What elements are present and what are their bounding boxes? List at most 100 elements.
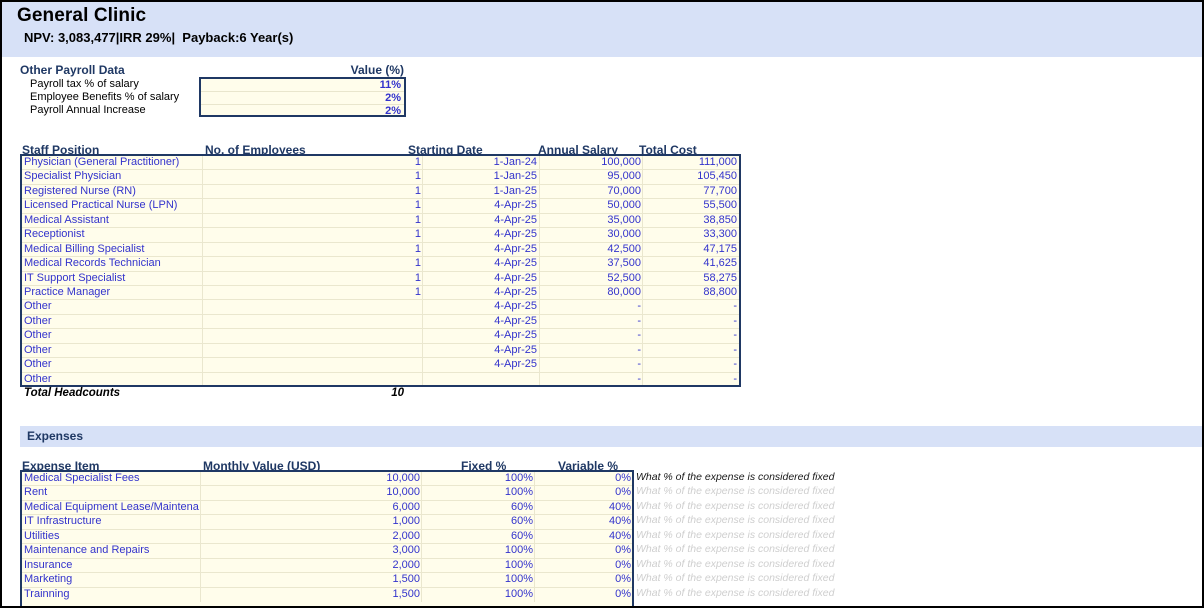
payroll-input-row-annual-increase[interactable]: 2% (201, 105, 404, 118)
table-row[interactable]: IT Support Specialist 1 4-Apr-25 52,500 58,2… (22, 271, 739, 286)
staff-cell-annual-salary: - (637, 343, 641, 356)
staff-cell-position: Physician (General Practitioner) (24, 156, 180, 168)
total-headcounts-label: Total Headcounts (24, 387, 121, 399)
table-row[interactable]: Other 4-Apr-25 - - (22, 300, 739, 315)
staff-cell-annual-salary: 42,500 (607, 242, 641, 255)
staff-cell-total-cost: - (733, 329, 737, 342)
expense-cell-monthly-value: 10,000 (386, 486, 420, 499)
staff-cell-position: Other (24, 329, 52, 342)
expense-cell-variable-pct: 0% (615, 544, 631, 557)
staff-cell-employees: 1 (414, 156, 421, 168)
expense-cell-variable-pct: 0% (615, 472, 631, 484)
table-row[interactable]: Medical Specialist Fees 10,000 100% 0% (22, 472, 632, 487)
staff-cell-position: Medical Assistant (24, 213, 109, 226)
table-row[interactable]: Trainning 1,500 100% 0% (22, 587, 632, 602)
title-banner: General Clinic NPV: 3,083,477|IRR 29%| P… (2, 2, 1202, 57)
staff-cell-total-cost: 88,800 (703, 285, 737, 298)
table-row[interactable]: IT Infrastructure 1,000 60% 40% (22, 515, 632, 530)
payroll-input-row-benefits[interactable]: 2% (201, 92, 404, 105)
staff-cell-total-cost: - (733, 372, 737, 385)
expense-comment-text: What % of the expense is considered fixe… (636, 514, 835, 527)
expense-cell-fixed-pct: 60% (510, 500, 533, 513)
expense-cell-item: Utilities (24, 529, 60, 542)
table-row[interactable]: Medical Equipment Lease/Maintenance 6,000… (22, 500, 632, 516)
payroll-value-tax: 11% (379, 79, 401, 91)
staff-cell-total-cost: 111,000 (698, 156, 737, 168)
payroll-input-range[interactable]: 11% 2% 2% (199, 77, 406, 117)
expense-comment-text: What % of the expense is considered fixe… (636, 557, 835, 570)
staff-cell-start-date: 4-Apr-25 (494, 300, 537, 313)
staff-cell-employees: 1 (414, 257, 421, 270)
expense-cell-monthly-value: 2,000 (392, 529, 420, 542)
staff-cell-employees: 1 (414, 170, 421, 183)
staff-cell-annual-salary: 100,000 (601, 156, 641, 168)
staff-cell-total-cost: 105,450 (697, 170, 737, 183)
table-row[interactable]: Registered Nurse (RN) 1 1-Jan-25 70,000 77,7… (22, 184, 739, 200)
table-row[interactable]: Medical Billing Specialist 1 4-Apr-25 42,50… (22, 242, 739, 258)
expense-comment-text: What % of the expense is considered fixe… (636, 485, 835, 498)
payroll-section-title: Other Payroll Data (20, 63, 125, 77)
table-row[interactable]: Licensed Practical Nurse (LPN) 1 4-Apr-25 5… (22, 199, 739, 214)
staff-cell-employees: 1 (414, 184, 421, 197)
table-row[interactable]: Medical Assistant 1 4-Apr-25 35,000 38,850 (22, 213, 739, 229)
staff-table[interactable]: Physician (General Practitioner) 1 1-Jan-2… (20, 154, 741, 387)
expense-cell-item: Medical Specialist Fees (24, 472, 140, 484)
expense-cell-item: Marketing (24, 573, 73, 586)
staff-cell-start-date: 1-Jan-25 (493, 184, 537, 197)
table-row[interactable]: Other 4-Apr-25 - - (22, 358, 739, 373)
staff-cell-position: Other (24, 358, 52, 371)
expense-comment-text: What % of the expense is considered fixe… (636, 572, 835, 585)
table-row[interactable]: Other 4-Apr-25 - - (22, 329, 739, 344)
expense-cell-variable-pct: 0% (615, 558, 631, 571)
table-row[interactable]: Maintenance and Repairs 3,000 100% 0% (22, 544, 632, 559)
table-row[interactable]: Rent 10,000 100% 0% (22, 486, 632, 501)
spreadsheet-canvas: General Clinic NPV: 3,083,477|IRR 29%| P… (0, 0, 1204, 608)
expense-cell-item: Insurance (24, 558, 73, 571)
payroll-label-tax: Payroll tax % of salary (30, 78, 139, 90)
table-row[interactable]: Medical Records Technician 1 4-Apr-25 37,50… (22, 257, 739, 272)
table-row[interactable]: Other 4-Apr-25 - - (22, 343, 739, 359)
table-row[interactable]: Specialist Physician 1 1-Jan-25 95,000 105,4… (22, 170, 739, 185)
table-row[interactable]: Marketing 1,500 100% 0% (22, 573, 632, 588)
expense-cell-item: IT Infrastructure (24, 515, 102, 528)
staff-cell-annual-salary: 50,000 (607, 199, 641, 212)
expense-comment-text: What % of the expense is considered fixe… (636, 528, 835, 541)
staff-cell-total-cost: 55,500 (703, 199, 737, 212)
expense-comment-text: What % of the expense is considered fixe… (636, 586, 835, 599)
table-row[interactable]: Practice Manager 1 4-Apr-25 80,000 88,800 (22, 285, 739, 301)
payroll-value-column-header: Value (%) (350, 63, 404, 77)
expense-cell-fixed-pct: 60% (510, 515, 533, 528)
staff-cell-position: Registered Nurse (RN) (24, 184, 136, 197)
payroll-input-row-tax[interactable]: 11% (201, 79, 404, 92)
staff-cell-position: Other (24, 300, 52, 313)
staff-cell-annual-salary: - (637, 372, 641, 385)
table-row[interactable]: Utilities 2,000 60% 40% (22, 529, 632, 545)
staff-cell-annual-salary: 80,000 (607, 285, 641, 298)
staff-cell-start-date: 4-Apr-25 (494, 329, 537, 342)
table-row[interactable]: Insurance 2,000 100% 0% (22, 558, 632, 574)
expense-cell-fixed-pct: 100% (504, 544, 533, 557)
table-row[interactable]: Physician (General Practitioner) 1 1-Jan-2… (22, 156, 739, 171)
staff-cell-position: Receptionist (24, 228, 85, 241)
staff-cell-position: Medical Billing Specialist (24, 242, 145, 255)
staff-cell-start-date: 4-Apr-25 (494, 228, 537, 241)
staff-cell-total-cost: 33,300 (703, 228, 737, 241)
expense-cell-fixed-pct: 100% (504, 573, 533, 586)
expense-cell-fixed-pct: 100% (504, 486, 533, 499)
expense-comment-text: What % of the expense is considered fixe… (636, 543, 835, 556)
staff-cell-employees: 1 (414, 242, 421, 255)
payroll-label-annual-increase: Payroll Annual Increase (30, 104, 146, 116)
table-row[interactable]: Other 4-Apr-25 - - (22, 314, 739, 330)
total-headcounts-value: 10 (391, 387, 404, 399)
staff-cell-total-cost: 47,175 (703, 242, 737, 255)
staff-cell-position: Specialist Physician (24, 170, 122, 183)
table-row[interactable]: Receptionist 1 4-Apr-25 30,000 33,300 (22, 228, 739, 243)
staff-cell-position: Other (24, 343, 52, 356)
staff-cell-employees: 1 (414, 271, 421, 284)
expense-table[interactable]: Medical Specialist Fees 10,000 100% 0% Rent 1… (20, 470, 634, 606)
staff-cell-start-date: 4-Apr-25 (494, 358, 537, 371)
expense-cell-monthly-value: 2,000 (392, 558, 420, 571)
expense-cell-monthly-value: 3,000 (392, 544, 420, 557)
expense-cell-monthly-value: 1,500 (392, 573, 420, 586)
table-row[interactable]: Other - - (22, 372, 739, 385)
